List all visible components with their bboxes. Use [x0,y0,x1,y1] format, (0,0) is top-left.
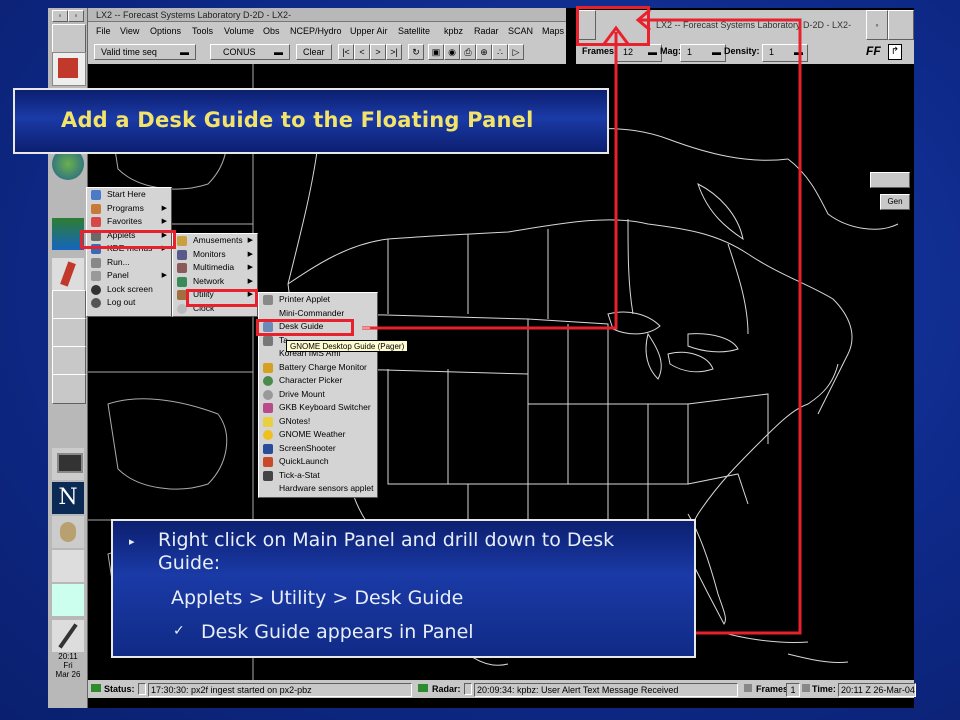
check-text: Desk Guide appears in Panel [201,621,474,643]
path-text: Applets > Utility > Desk Guide [171,587,464,609]
bullet-text: Right click on Main Panel and drill down… [158,529,615,574]
checkmark-icon: ✓ [173,623,185,639]
instruction-box: ▸ Right click on Main Panel and drill do… [111,519,696,658]
slide-title-box: Add a Desk Guide to the Floating Panel [13,88,609,154]
slide-title: Add a Desk Guide to the Floating Panel [61,108,534,132]
bullet-arrow-icon: ▸ [129,535,135,548]
